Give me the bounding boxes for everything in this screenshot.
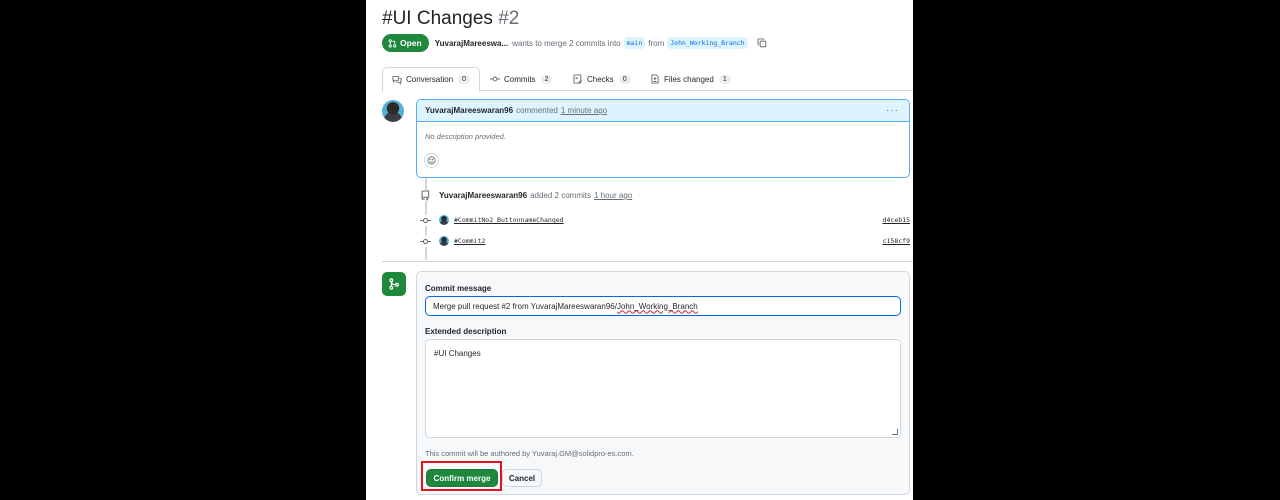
pr-description-comment: YuvarajMareeswaran96 commented 1 minute … (416, 99, 910, 178)
pull-request-page: #UI Changes #2 Open YuvarajMareeswa... w… (366, 0, 913, 500)
avatar[interactable] (439, 236, 449, 246)
commit-message-branch-text: John_Working_Branch (616, 301, 698, 311)
tab-label: Checks (587, 74, 614, 84)
tab-files-changed[interactable]: Files changed 1 (650, 67, 731, 91)
from-text: from (648, 38, 665, 48)
checklist-icon (573, 74, 583, 84)
avatar[interactable] (439, 215, 449, 225)
divider (382, 261, 913, 262)
commit-message-input[interactable]: Merge pull request #2 from YuvarajMarees… (425, 296, 901, 316)
comment-body: No description provided. (425, 132, 506, 141)
tab-counter: 2 (540, 74, 553, 84)
avatar[interactable] (382, 100, 404, 122)
head-branch[interactable]: John_Working_Branch (667, 37, 748, 49)
comment-header: YuvarajMareeswaran96 commented 1 minute … (417, 100, 909, 122)
pull-request-icon (388, 38, 397, 48)
pr-summary-text: wants to merge 2 commits into (512, 38, 621, 48)
tab-label: Conversation (406, 75, 454, 84)
list-item: #Commit2 c158cf9 (420, 234, 910, 248)
comment-author[interactable]: YuvarajMareeswaran96 (425, 106, 513, 115)
cancel-button[interactable]: Cancel (502, 469, 542, 487)
file-diff-icon (651, 74, 659, 84)
status-badge: Open (382, 34, 429, 52)
base-branch[interactable]: main (623, 37, 646, 49)
copy-icon[interactable] (757, 38, 767, 48)
comment-action: commented (516, 106, 558, 115)
pr-tabs: Conversation 0 Commits 2 Checks 0 Files … (382, 67, 913, 92)
commit-icon (420, 214, 431, 226)
git-merge-icon (389, 278, 399, 290)
status-label: Open (400, 38, 422, 48)
event-timestamp[interactable]: 1 hour ago (594, 191, 632, 200)
pr-title: #UI Changes (382, 8, 493, 29)
commit-icon (490, 76, 500, 82)
merge-status-badge (382, 272, 406, 296)
event-action: added 2 commits (530, 191, 591, 200)
tab-conversation[interactable]: Conversation 0 (382, 67, 481, 92)
merge-form: Commit message Merge pull request #2 fro… (416, 271, 910, 495)
add-reaction-button[interactable] (424, 153, 439, 168)
extended-description-textarea[interactable]: #UI Changes (425, 339, 901, 438)
conversation-icon (392, 75, 402, 85)
author-note: This commit will be authored by Yuvaraj.… (425, 449, 634, 458)
page-title: #UI Changes #2 (382, 8, 519, 30)
commit-message-link[interactable]: #Commit2 (454, 237, 485, 245)
repo-push-icon (420, 190, 431, 201)
tab-counter: 0 (458, 75, 471, 84)
tab-checks[interactable]: Checks 0 (573, 67, 631, 91)
commit-sha-link[interactable]: c158cf9 (883, 237, 910, 245)
pr-author-link[interactable]: YuvarajMareeswa... (435, 39, 508, 48)
list-item: #CommitNo2_ButtonnameChanged d4ceb15 (420, 213, 910, 227)
smiley-icon (427, 156, 436, 165)
commit-icon (420, 235, 431, 247)
commit-message-text: Merge pull request #2 from YuvarajMarees… (433, 301, 617, 311)
event-author[interactable]: YuvarajMareeswaran96 (439, 191, 527, 200)
commit-message-link[interactable]: #CommitNo2_ButtonnameChanged (454, 216, 564, 224)
tab-commits[interactable]: Commits 2 (490, 67, 553, 91)
commit-event-header: YuvarajMareeswaran96 added 2 commits 1 h… (420, 190, 632, 201)
tab-label: Commits (504, 74, 536, 84)
tab-counter: 0 (618, 74, 631, 84)
pr-number: #2 (498, 8, 520, 29)
extended-description-text: #UI Changes (434, 349, 481, 358)
commit-sha-link[interactable]: d4ceb15 (883, 216, 910, 224)
comment-timestamp[interactable]: 1 minute ago (561, 106, 607, 115)
tab-counter: 1 (718, 74, 731, 84)
extended-description-label: Extended description (425, 327, 507, 336)
confirm-merge-button[interactable]: Confirm merge (426, 469, 498, 487)
tab-label: Files changed (664, 74, 714, 84)
resize-handle-icon[interactable] (892, 429, 898, 435)
pr-meta: Open YuvarajMareeswa... wants to merge 2… (382, 34, 767, 52)
commit-message-label: Commit message (425, 284, 492, 293)
kebab-menu-icon[interactable]: ··· (886, 105, 899, 116)
